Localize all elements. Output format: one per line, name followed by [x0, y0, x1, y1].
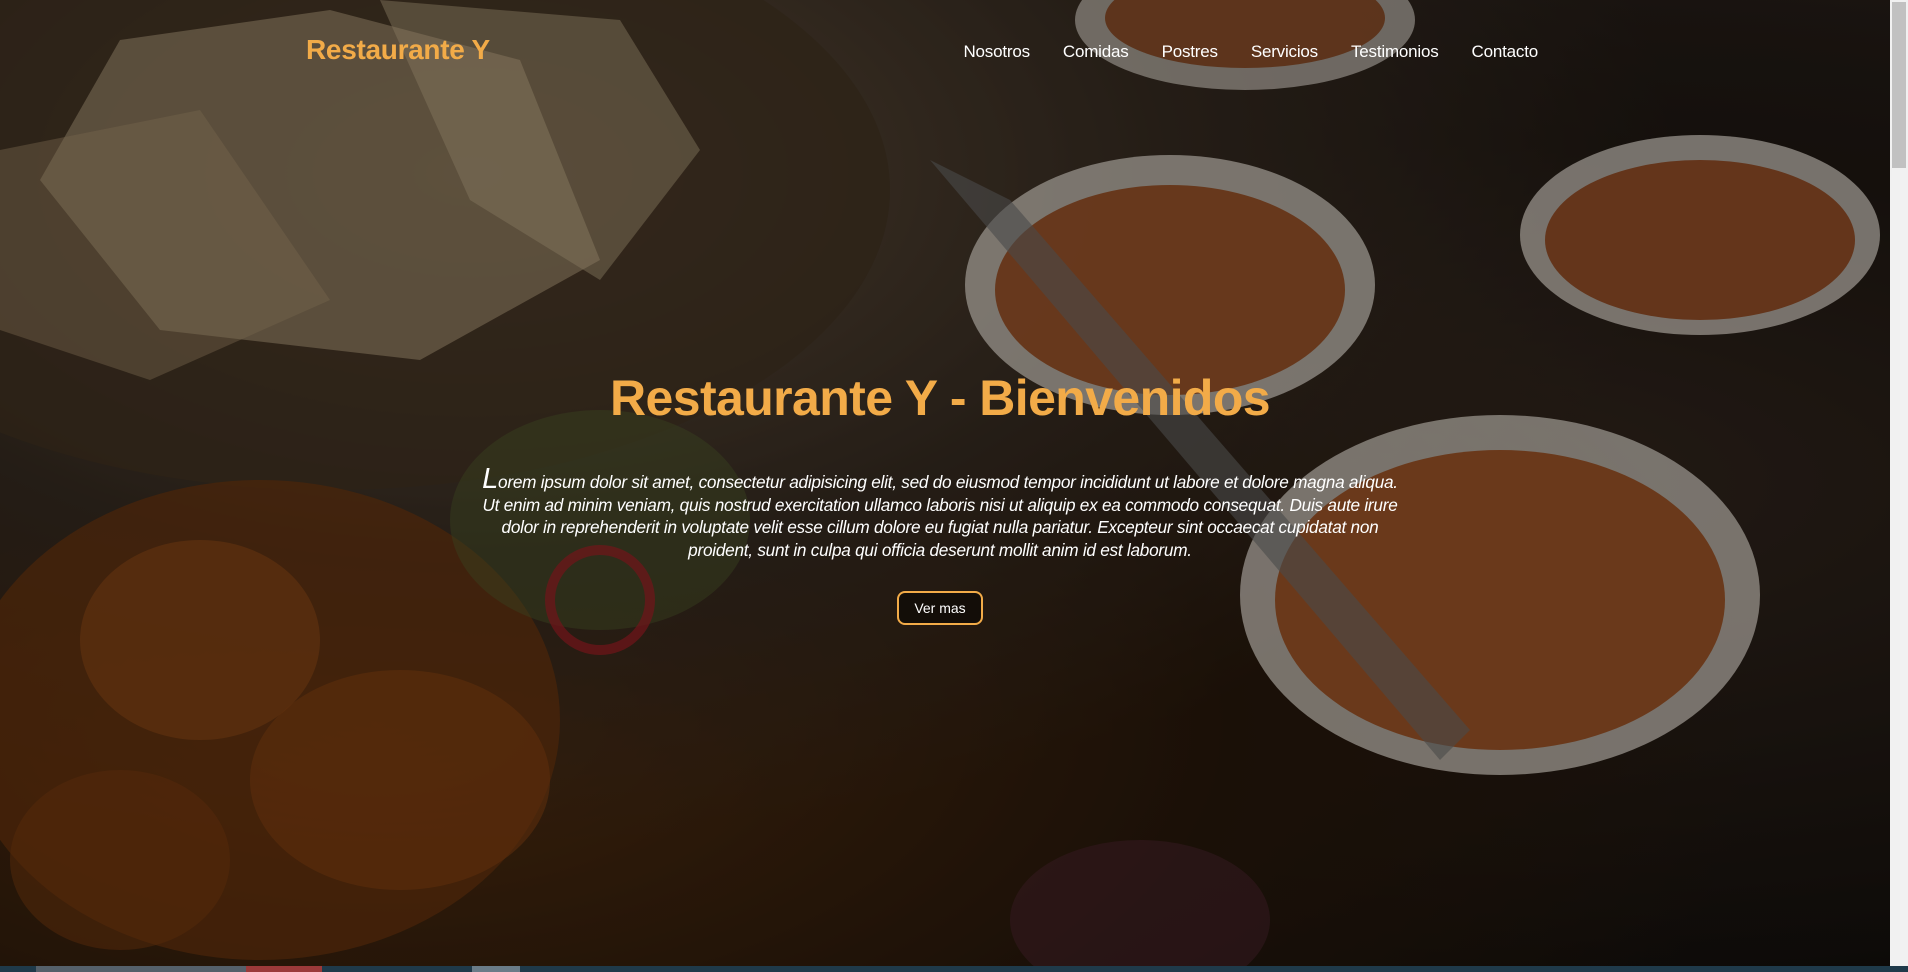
hero-description-body: orem ipsum dolor sit amet, consectetur a… — [482, 472, 1398, 560]
nav-link-postres[interactable]: Postres — [1162, 42, 1218, 61]
nav-item-postres: Postres — [1162, 42, 1218, 62]
nav-links: Nosotros Comidas Postres Servicios Testi… — [963, 42, 1538, 62]
nav-item-contacto: Contacto — [1472, 42, 1539, 62]
nav-link-servicios[interactable]: Servicios — [1251, 42, 1318, 61]
nav-item-comidas: Comidas — [1063, 42, 1129, 62]
taskbar-app-2[interactable] — [246, 966, 322, 972]
hero-section: Restaurante Y - Bienvenidos Lorem ipsum … — [470, 366, 1410, 625]
brand-logo-link[interactable]: Restaurante Y — [306, 34, 490, 66]
scrollbar-thumb[interactable] — [1892, 2, 1906, 168]
vertical-scrollbar[interactable] — [1890, 0, 1908, 966]
hero-description-dropcap: L — [482, 463, 499, 495]
nav-link-contacto[interactable]: Contacto — [1472, 42, 1539, 61]
taskbar-app-3[interactable] — [472, 966, 520, 972]
nav-item-testimonios: Testimonios — [1351, 42, 1439, 62]
nav-item-servicios: Servicios — [1251, 42, 1318, 62]
hero-title: Restaurante Y - Bienvenidos — [610, 370, 1271, 426]
taskbar-app-1[interactable] — [36, 966, 246, 972]
nav-item-nosotros: Nosotros — [963, 42, 1030, 62]
nav-link-testimonios[interactable]: Testimonios — [1351, 42, 1439, 61]
nav-link-nosotros[interactable]: Nosotros — [963, 42, 1030, 61]
page: Restaurante Y Nosotros Comidas Postres S… — [0, 0, 1908, 972]
ver-mas-button[interactable]: Ver mas — [897, 591, 983, 625]
hero-description: Lorem ipsum dolor sit amet, consectetur … — [475, 465, 1405, 561]
taskbar-strip — [0, 966, 1908, 972]
navbar: Restaurante Y Nosotros Comidas Postres S… — [0, 0, 1890, 106]
nav-link-comidas[interactable]: Comidas — [1063, 42, 1129, 61]
